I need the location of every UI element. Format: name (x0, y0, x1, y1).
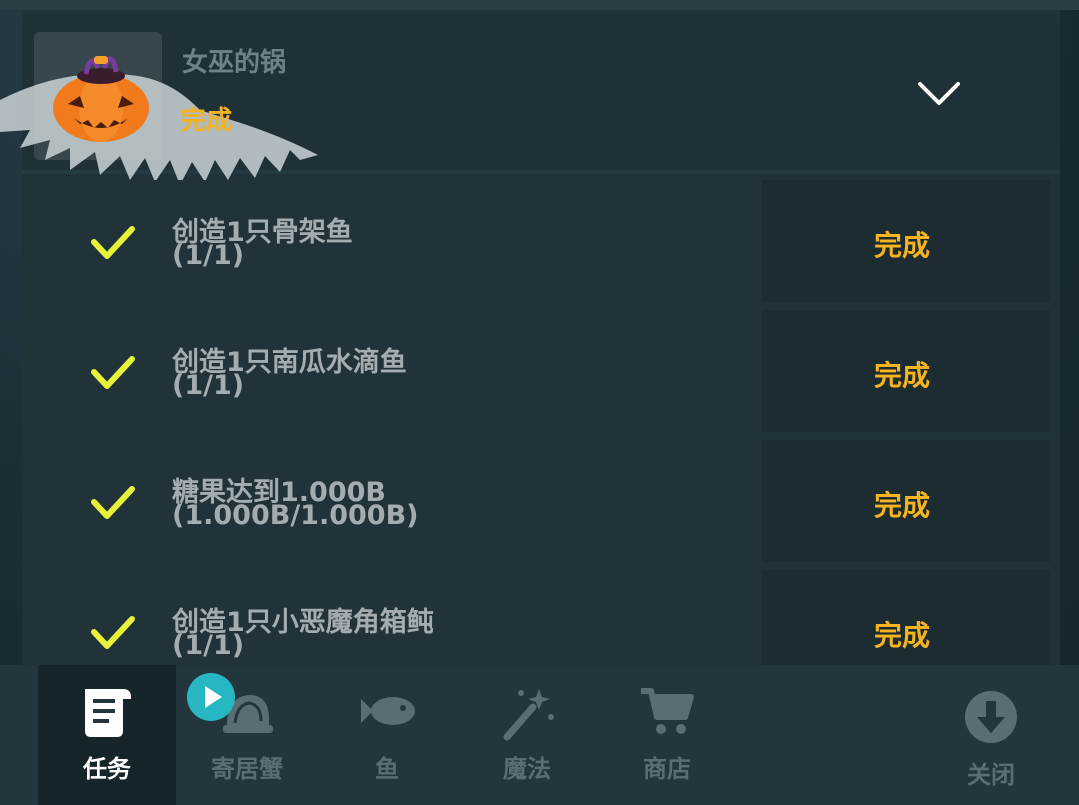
magic-wand-icon (503, 689, 554, 741)
fish-icon (361, 697, 415, 725)
checkmark-icon (91, 226, 135, 259)
task-progress: (1/1) (172, 630, 245, 661)
checkmark-icon (91, 486, 135, 519)
quest-status: 完成 (180, 106, 233, 136)
nav-magic[interactable]: 魔法 (458, 665, 596, 805)
nav-close-label: 关闭 (967, 761, 1015, 789)
task-status: 完成 (874, 489, 931, 522)
scroll-icon (85, 689, 131, 737)
quest-title: 女巫的锅 (182, 48, 287, 78)
bottom-nav: 任务 寄居蟹 鱼 魔法 商店 关闭 (0, 665, 1079, 805)
nav-shop[interactable]: 商店 (598, 665, 736, 805)
task-status: 完成 (874, 619, 931, 652)
nav-fish[interactable]: 鱼 (318, 665, 456, 805)
nav-tasks[interactable]: 任务 (38, 665, 176, 805)
notification-badge (187, 673, 235, 721)
nav-shop-label: 商店 (643, 755, 691, 783)
task-progress: (1.000B/1.000B) (172, 500, 419, 531)
pumpkin-icon (53, 56, 149, 142)
nav-tasks-label: 任务 (83, 755, 131, 783)
checkmark-icon (91, 616, 135, 649)
task-row: 创造1只南瓜水滴鱼 (1/1) 完成 (22, 310, 1050, 432)
checkmark-icon (91, 356, 135, 389)
task-row: 糖果达到1.000B (1.000B/1.000B) 完成 (22, 440, 1050, 562)
nav-close[interactable]: 关闭 (924, 665, 1058, 805)
top-strip (0, 0, 1079, 10)
task-progress: (1/1) (172, 370, 245, 401)
chevron-down-icon[interactable] (916, 78, 962, 108)
nav-magic-label: 魔法 (503, 755, 551, 783)
task-status: 完成 (874, 359, 931, 392)
task-status: 完成 (874, 229, 931, 262)
nav-hermit-crab-label: 寄居蟹 (211, 755, 283, 783)
shopping-cart-icon (641, 688, 694, 734)
task-progress: (1/1) (172, 240, 245, 271)
play-icon (205, 686, 222, 708)
download-arrow-icon (965, 691, 1017, 743)
task-row: 创造1只骨架鱼 (1/1) 完成 (22, 180, 1050, 302)
nav-fish-label: 鱼 (375, 755, 399, 783)
